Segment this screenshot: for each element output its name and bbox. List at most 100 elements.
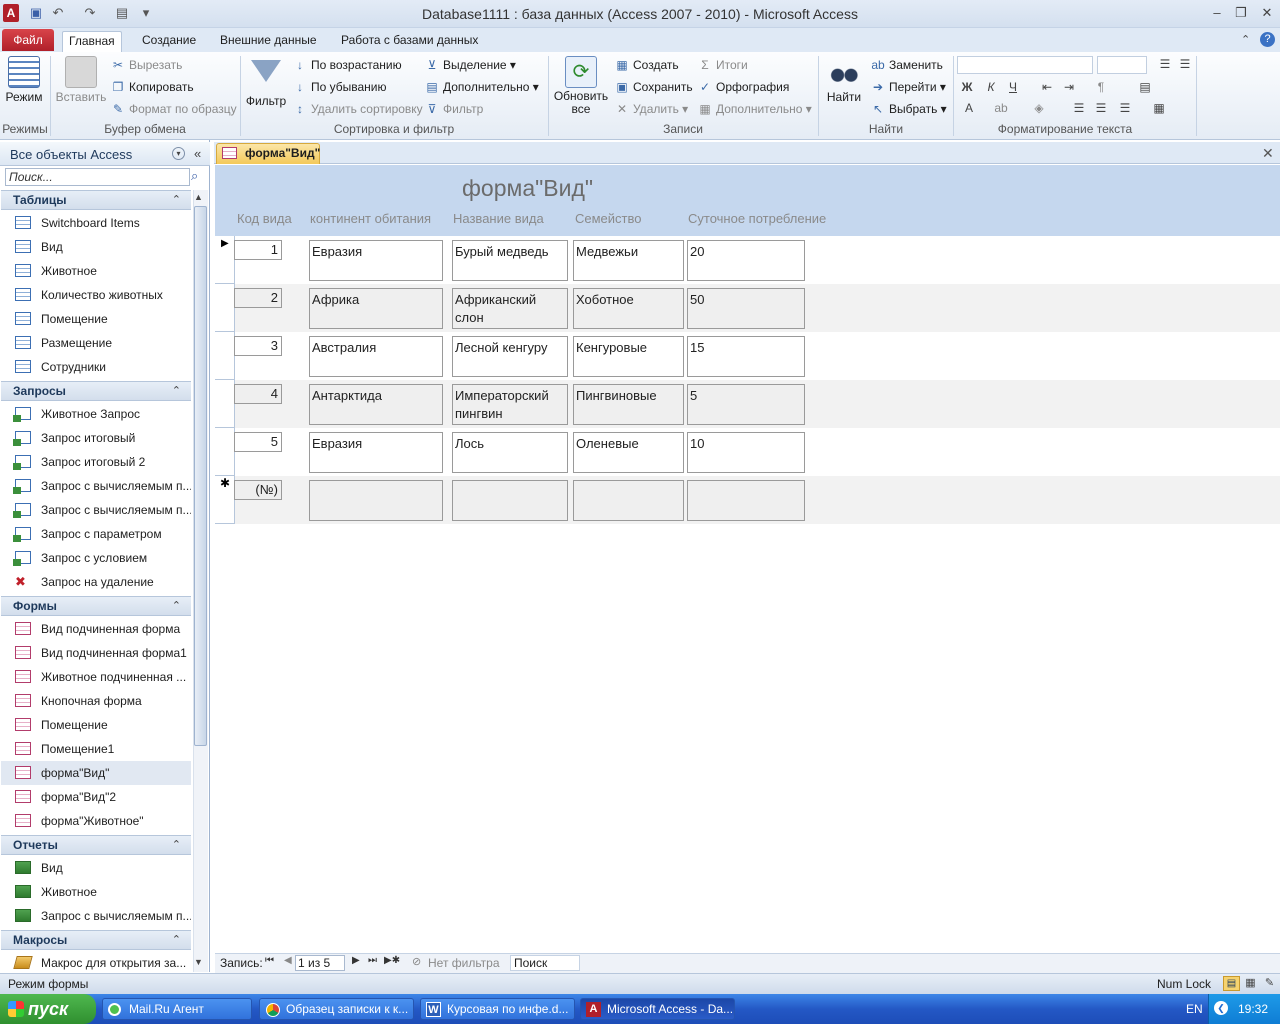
more-records-button[interactable]: ▦ Дополнительно ▾ xyxy=(697,100,811,118)
taskbar-access[interactable]: Microsoft Access - Da... xyxy=(580,998,735,1020)
field-daily[interactable]: 50 xyxy=(687,288,805,329)
field-name[interactable]: Бурый медведь xyxy=(452,240,568,281)
bold-icon[interactable]: Ж xyxy=(958,80,976,96)
field-family[interactable]: Медвежьи xyxy=(573,240,684,281)
field-name[interactable]: Императорский пингвин xyxy=(452,384,568,425)
nav-item[interactable]: форма"Вид"2 xyxy=(1,785,191,809)
tab-create[interactable]: Создание xyxy=(136,31,202,52)
nav-item[interactable]: Животное xyxy=(1,259,191,283)
field-daily[interactable]: 10 xyxy=(687,432,805,473)
bullets-icon[interactable]: ☰ xyxy=(1156,57,1174,73)
nav-section-header[interactable]: Таблицы ⌃ xyxy=(1,190,191,210)
scroll-up-icon[interactable]: ▲ xyxy=(194,192,203,202)
selection-button[interactable]: ⊻ Выделение ▾ xyxy=(424,56,516,74)
delete-record-button[interactable]: ✕ Удалить ▾ xyxy=(614,100,688,118)
nav-item[interactable]: Животное xyxy=(1,880,191,904)
align-right-icon[interactable]: ☰ xyxy=(1116,101,1134,117)
minimize-icon[interactable]: – xyxy=(1206,4,1228,22)
underline-icon[interactable]: Ч xyxy=(1004,80,1022,96)
nav-item[interactable]: Помещение xyxy=(1,713,191,737)
nav-item[interactable]: Запрос с условием xyxy=(1,546,191,570)
copy-button[interactable]: ❐ Копировать xyxy=(110,78,194,96)
table-grid-icon[interactable]: ▦ xyxy=(1150,101,1168,117)
tab-external-data[interactable]: Внешние данные xyxy=(214,31,323,52)
increase-indent-icon[interactable]: ⇥ xyxy=(1060,80,1078,96)
record-position-input[interactable]: 1 из 5 xyxy=(295,955,345,971)
scroll-down-icon[interactable]: ▼ xyxy=(194,957,203,967)
new-blank-record-icon[interactable]: ▶✱ xyxy=(384,955,400,966)
nav-title[interactable]: Все объекты Access xyxy=(10,147,132,162)
nav-item[interactable]: Вид xyxy=(1,235,191,259)
field-continent[interactable]: Африка xyxy=(309,288,443,329)
nav-item[interactable]: Количество животных xyxy=(1,283,191,307)
record-selector[interactable]: ▶ xyxy=(215,236,235,284)
field-id[interactable]: 2 xyxy=(234,288,282,308)
maximize-icon[interactable]: ❐ xyxy=(1230,4,1252,22)
nav-item[interactable]: Запрос итоговый 2 xyxy=(1,450,191,474)
prev-record-icon[interactable]: ◀ xyxy=(284,955,292,966)
field-id[interactable]: (№) xyxy=(234,480,282,500)
field-daily[interactable] xyxy=(687,480,805,521)
record-search-input[interactable]: Поиск xyxy=(510,955,580,971)
nav-item[interactable]: Вид подчиненная форма xyxy=(1,617,191,641)
nav-item[interactable]: Сотрудники xyxy=(1,355,191,379)
nav-item[interactable]: Животное Запрос xyxy=(1,402,191,426)
tab-database-tools[interactable]: Работа с базами данных xyxy=(335,31,484,52)
nav-dropdown-icon[interactable]: ▾ xyxy=(172,147,185,160)
field-name[interactable]: Африканский слон xyxy=(452,288,568,329)
field-family[interactable]: Пингвиновые xyxy=(573,384,684,425)
nav-scroll-thumb[interactable] xyxy=(194,206,207,746)
nav-item[interactable]: Запрос итоговый xyxy=(1,426,191,450)
taskbar-mailru[interactable]: Mail.Ru Агент xyxy=(102,998,252,1020)
nav-item[interactable]: Кнопочная форма xyxy=(1,689,191,713)
sort-descending-button[interactable]: ↓ По убыванию xyxy=(292,78,387,96)
nav-item[interactable]: Животное подчиненная ... xyxy=(1,665,191,689)
nav-section-header[interactable]: Формы ⌃ xyxy=(1,596,191,616)
field-name[interactable] xyxy=(452,480,568,521)
field-continent[interactable] xyxy=(309,480,443,521)
replace-button[interactable]: ab Заменить xyxy=(870,56,943,74)
nav-item[interactable]: Помещение1 xyxy=(1,737,191,761)
next-record-icon[interactable]: ▶ xyxy=(352,955,360,966)
close-document-icon[interactable]: ✕ xyxy=(1262,145,1274,162)
tray-arrow-icon[interactable]: ❮ xyxy=(1214,1001,1228,1015)
collapse-section-icon[interactable]: ⌃ xyxy=(172,597,181,615)
ribbon-minimize-icon[interactable]: ⌃ xyxy=(1241,33,1250,46)
nav-item[interactable]: Вид xyxy=(1,856,191,880)
search-icon[interactable]: ⌕ xyxy=(191,168,198,184)
first-record-icon[interactable]: ⏮ xyxy=(265,955,274,966)
field-id[interactable]: 5 xyxy=(234,432,282,452)
nav-item[interactable]: форма"Животное" xyxy=(1,809,191,833)
nav-item[interactable]: Запрос с вычисляемым п... xyxy=(1,904,191,928)
find-button[interactable]: Найти xyxy=(822,56,866,104)
record-selector[interactable] xyxy=(215,380,235,428)
nav-collapse-icon[interactable]: « xyxy=(194,146,201,161)
format-painter-button[interactable]: ✎ Формат по образцу xyxy=(110,100,237,118)
advanced-filter-button[interactable]: ▤ Дополнительно ▾ xyxy=(424,78,538,96)
tab-file[interactable]: Файл xyxy=(2,29,54,51)
paragraph-icon[interactable]: ¶ xyxy=(1092,80,1110,96)
field-family[interactable]: Оленевые xyxy=(573,432,684,473)
field-id[interactable]: 1 xyxy=(234,240,282,260)
save-record-button[interactable]: ▣ Сохранить xyxy=(614,78,692,96)
font-color-icon[interactable]: A xyxy=(960,101,978,117)
field-id[interactable]: 4 xyxy=(234,384,282,404)
filter-button[interactable]: Фильтр xyxy=(244,56,288,108)
language-indicator[interactable]: EN xyxy=(1186,1002,1203,1016)
italic-icon[interactable]: К xyxy=(982,80,1000,96)
field-name[interactable]: Лесной кенгуру xyxy=(452,336,568,377)
nav-item[interactable]: Запрос с вычисляемым п... xyxy=(1,498,191,522)
nav-section-header[interactable]: Макросы ⌃ xyxy=(1,930,191,950)
fill-color-icon[interactable]: ◈ xyxy=(1030,101,1048,117)
nav-item[interactable]: Размещение xyxy=(1,331,191,355)
view-mode-button[interactable]: Режим xyxy=(4,56,44,104)
record-selector[interactable] xyxy=(215,284,235,332)
close-icon[interactable]: ✕ xyxy=(1256,4,1278,22)
field-id[interactable]: 3 xyxy=(234,336,282,356)
spelling-button[interactable]: ✓ Орфография xyxy=(697,78,789,96)
nav-item[interactable]: форма"Вид" xyxy=(1,761,191,785)
field-daily[interactable]: 5 xyxy=(687,384,805,425)
help-icon[interactable]: ? xyxy=(1260,32,1275,47)
paste-button[interactable]: Вставить xyxy=(54,56,108,104)
remove-sort-button[interactable]: ↕ Удалить сортировку xyxy=(292,100,423,118)
